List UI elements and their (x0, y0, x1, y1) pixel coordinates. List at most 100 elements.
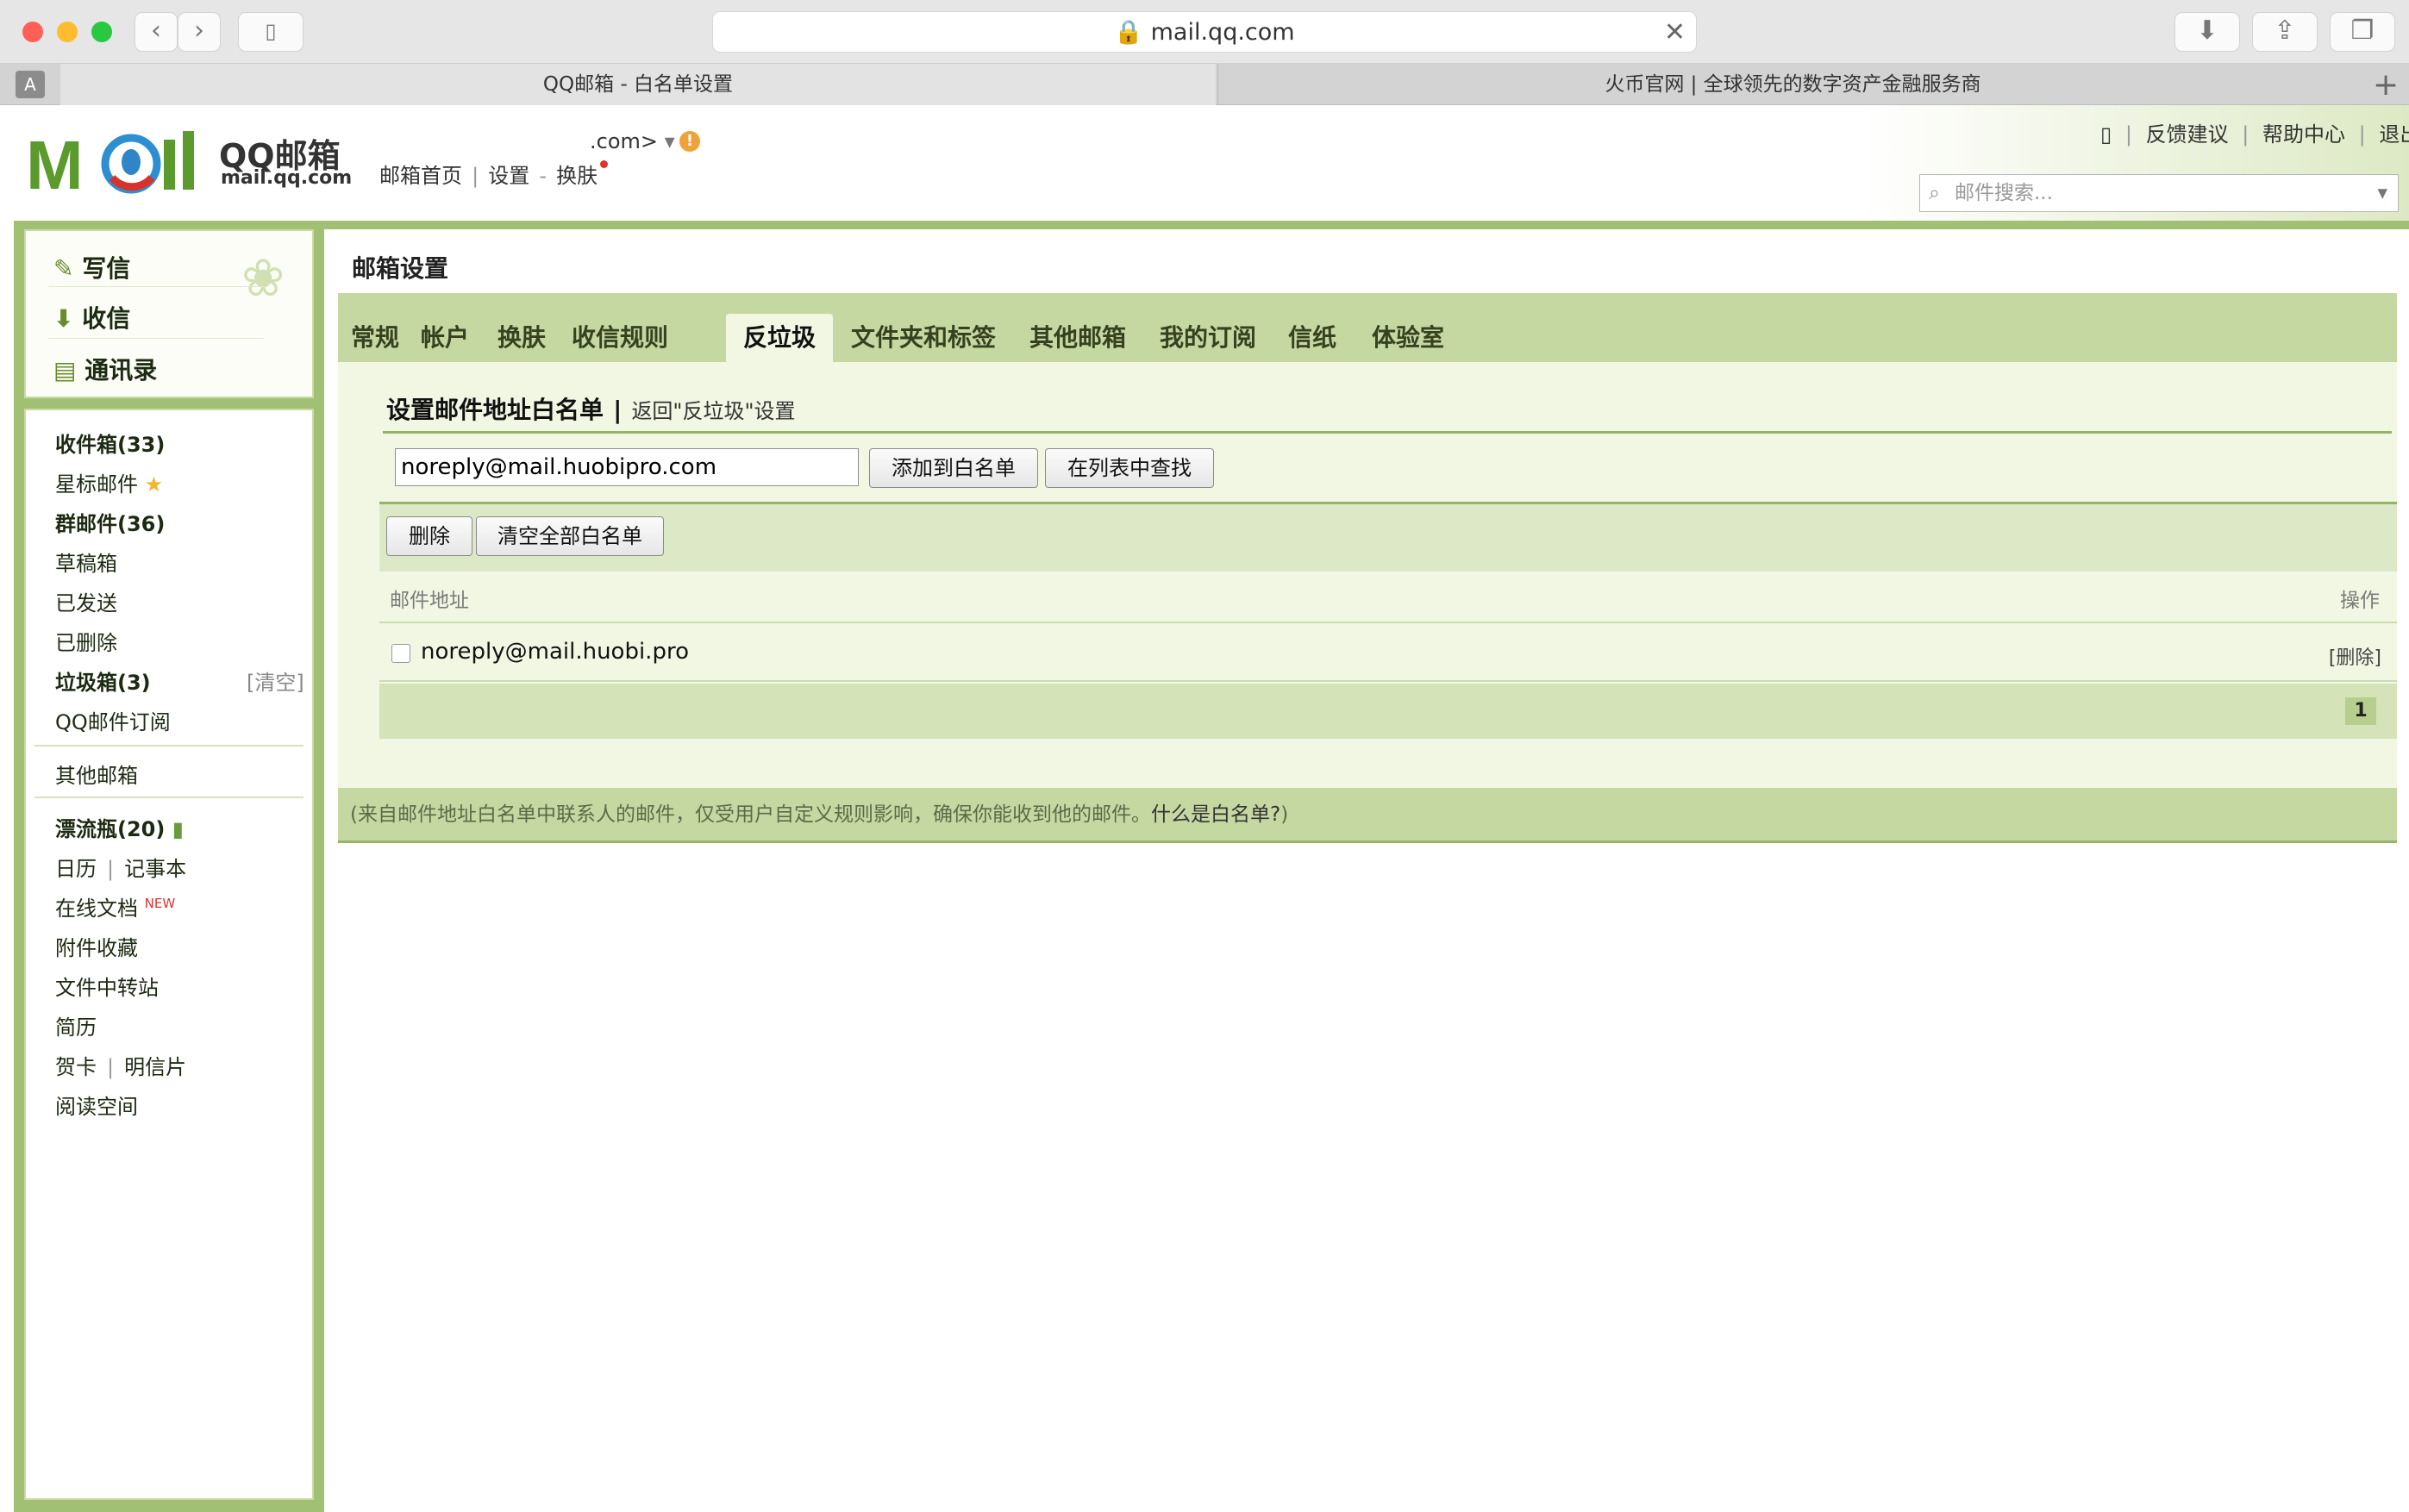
contacts-button[interactable]: ▤ 通讯录 (53, 352, 157, 386)
nav-settings-link[interactable]: 设置 (488, 164, 529, 188)
tab-bar: A QQ邮箱 - 白名单设置 火币官网 | 全球领先的数字资产金融服务商 + (0, 64, 2409, 105)
row-checkbox[interactable] (391, 644, 410, 663)
search-dropdown-icon[interactable]: ▾ (2377, 175, 2387, 211)
sidebar-item-transfer[interactable]: 文件中转站 (55, 971, 159, 1001)
maximize-window-button[interactable] (91, 22, 112, 42)
tab-huobi[interactable]: 火币官网 | 全球领先的数字资产金融服务商 (1217, 64, 2368, 105)
spam-clear-link[interactable]: [清空] (247, 665, 304, 696)
receive-icon: ⬇ (53, 304, 74, 333)
address-text: mail.qq.com (1150, 19, 1295, 46)
heading-separator: | (613, 396, 623, 424)
whitelist-email-input[interactable] (395, 448, 859, 486)
divider (48, 338, 264, 339)
share-icon[interactable]: ⇪ (2252, 12, 2318, 52)
sidebar-item-group[interactable]: 群邮件(36) (55, 507, 165, 537)
clear-whitelist-button[interactable]: 清空全部白名单 (476, 516, 664, 556)
divider (34, 745, 303, 747)
lock-icon: 🔒 (1114, 19, 1144, 46)
close-window-button[interactable] (22, 22, 43, 42)
compose-button[interactable]: ✎ 写信 (53, 250, 130, 284)
sidebar-item-docs[interactable]: 在线文档 NEW (55, 891, 175, 922)
what-is-whitelist-link[interactable]: 什么是白名单? (1151, 803, 1280, 826)
new-dot-icon (600, 160, 609, 168)
calendar-link[interactable]: 日历 (55, 857, 97, 881)
sidebar-item-deleted[interactable]: 已删除 (55, 626, 117, 656)
forward-icon[interactable]: › (178, 12, 221, 52)
divider (48, 286, 264, 287)
sidebar-toggle-icon[interactable]: ▯ (238, 12, 303, 52)
list-toolbar: 删除 清空全部白名单 (379, 504, 2397, 572)
new-badge: NEW (144, 896, 176, 911)
table-row: noreply@mail.huobi.pro [删除] (379, 625, 2397, 682)
browser-toolbar: ‹ › ▯ 🔒 mail.qq.com ✕ ⬇ ⇪ ❐ (0, 0, 2409, 64)
cards-link[interactable]: 贺卡 (55, 1055, 97, 1079)
back-icon[interactable]: ‹ (135, 12, 178, 52)
account-address[interactable]: .com> ▾ (590, 129, 675, 153)
tab-rules[interactable]: 收信规则 (566, 314, 674, 362)
page-title: 邮箱设置 (352, 254, 449, 283)
divider (383, 431, 2392, 434)
feedback-link[interactable]: 反馈建议 (2146, 122, 2229, 147)
add-to-whitelist-button[interactable]: 添加到白名单 (869, 448, 1038, 488)
tab-folders[interactable]: 文件夹和标签 (847, 314, 1000, 362)
page-number[interactable]: 1 (2345, 697, 2376, 725)
logo-domain: mail.qq.com (221, 167, 353, 189)
footnote-text: (来自邮件地址白名单中联系人的邮件，仅受用户自定义规则影响，确保你能收到他的邮件… (350, 803, 1151, 826)
mail-search-input[interactable]: ⌕ 邮件搜索... ▾ (1919, 174, 2399, 212)
minimize-window-button[interactable] (57, 22, 78, 42)
tab-stationery[interactable]: 信纸 (1281, 314, 1343, 362)
delete-button[interactable]: 删除 (386, 516, 472, 556)
sidebar-item-spam[interactable]: 垃圾箱(3) (55, 665, 151, 696)
top-links: ▯ | 反馈建议 | 帮助中心 | 退出 (2100, 117, 2409, 147)
tab-skin[interactable]: 换肤 (490, 314, 554, 362)
tab-other-mailbox[interactable]: 其他邮箱 (1024, 314, 1131, 362)
logout-link[interactable]: 退出 (2379, 122, 2409, 147)
compose-icon: ✎ (53, 254, 74, 283)
a-icon: A (16, 71, 45, 98)
find-in-list-button[interactable]: 在列表中查找 (1045, 448, 1214, 488)
sidebar-item-subscribe[interactable]: QQ邮件订阅 (55, 705, 171, 735)
tab-account[interactable]: 帐户 (412, 314, 478, 362)
postcards-link[interactable]: 明信片 (124, 1055, 186, 1079)
sidebar-item-drafts[interactable]: 草稿箱 (55, 547, 117, 577)
clover-decoration-icon: ❀ (241, 248, 285, 309)
whitelist-address: noreply@mail.huobi.pro (421, 639, 689, 665)
column-action: 操作 (2340, 590, 2380, 612)
phone-icon[interactable]: ▯ (2100, 122, 2112, 147)
tab-qqmail[interactable]: QQ邮箱 - 白名单设置 (60, 64, 1216, 105)
qq-mail-logo[interactable]: M (26, 124, 209, 203)
tab-subscriptions[interactable]: 我的订阅 (1154, 314, 1262, 362)
sidebar-item-starred[interactable]: 星标邮件 ★ (55, 467, 163, 497)
footnote-end: ) (1280, 803, 1289, 826)
receive-button[interactable]: ⬇ 收信 (53, 300, 130, 334)
sidebar-item-reading[interactable]: 阅读空间 (55, 1090, 138, 1120)
download-icon[interactable]: ⬇ (2174, 12, 2240, 52)
nav-home-link[interactable]: 邮箱首页 (379, 164, 462, 188)
back-to-antispam-link[interactable]: 返回"反垃圾"设置 (631, 399, 795, 423)
sidebar-item-other[interactable]: 其他邮箱 (55, 759, 138, 789)
nav-skin-link[interactable]: 换肤 (556, 164, 598, 188)
row-delete-link[interactable]: [删除] (2329, 642, 2381, 670)
search-icon: ⌕ (1929, 182, 1940, 204)
nav-separator: | (472, 164, 479, 188)
new-tab-icon[interactable]: + (2373, 67, 2399, 103)
sidebar-item-bottle[interactable]: 漂流瓶(20) ▮ (55, 812, 184, 842)
tab-antispam[interactable]: 反垃圾 (726, 314, 833, 362)
help-link[interactable]: 帮助中心 (2262, 122, 2345, 147)
warning-icon[interactable]: ! (679, 131, 700, 152)
tabs-overview-icon[interactable]: ❐ (2330, 12, 2395, 52)
sidebar-item-sent[interactable]: 已发送 (55, 586, 117, 616)
sidebar-item-inbox[interactable]: 收件箱(33) (55, 428, 165, 458)
tab-lab[interactable]: 体验室 (1369, 314, 1447, 362)
section-heading: 设置邮件地址白名单 | 返回"反垃圾"设置 (386, 391, 796, 426)
divider (34, 797, 303, 798)
address-bar[interactable]: 🔒 mail.qq.com ✕ (712, 11, 1697, 53)
sidebar-item-attachments[interactable]: 附件收藏 (55, 931, 138, 961)
sidebar-item-resume[interactable]: 简历 (55, 1010, 97, 1040)
notes-link[interactable]: 记事本 (124, 857, 186, 881)
clear-address-icon[interactable]: ✕ (1664, 12, 1686, 53)
mail-header: M QQ邮箱 mail.qq.com .com> ▾ ! 邮箱首页 | 设置 -… (0, 105, 2409, 228)
tab-general[interactable]: 常规 (345, 314, 405, 362)
bottle-icon: ▮ (172, 817, 184, 841)
header-nav: 邮箱首页 | 设置 - 换肤 (379, 159, 609, 189)
